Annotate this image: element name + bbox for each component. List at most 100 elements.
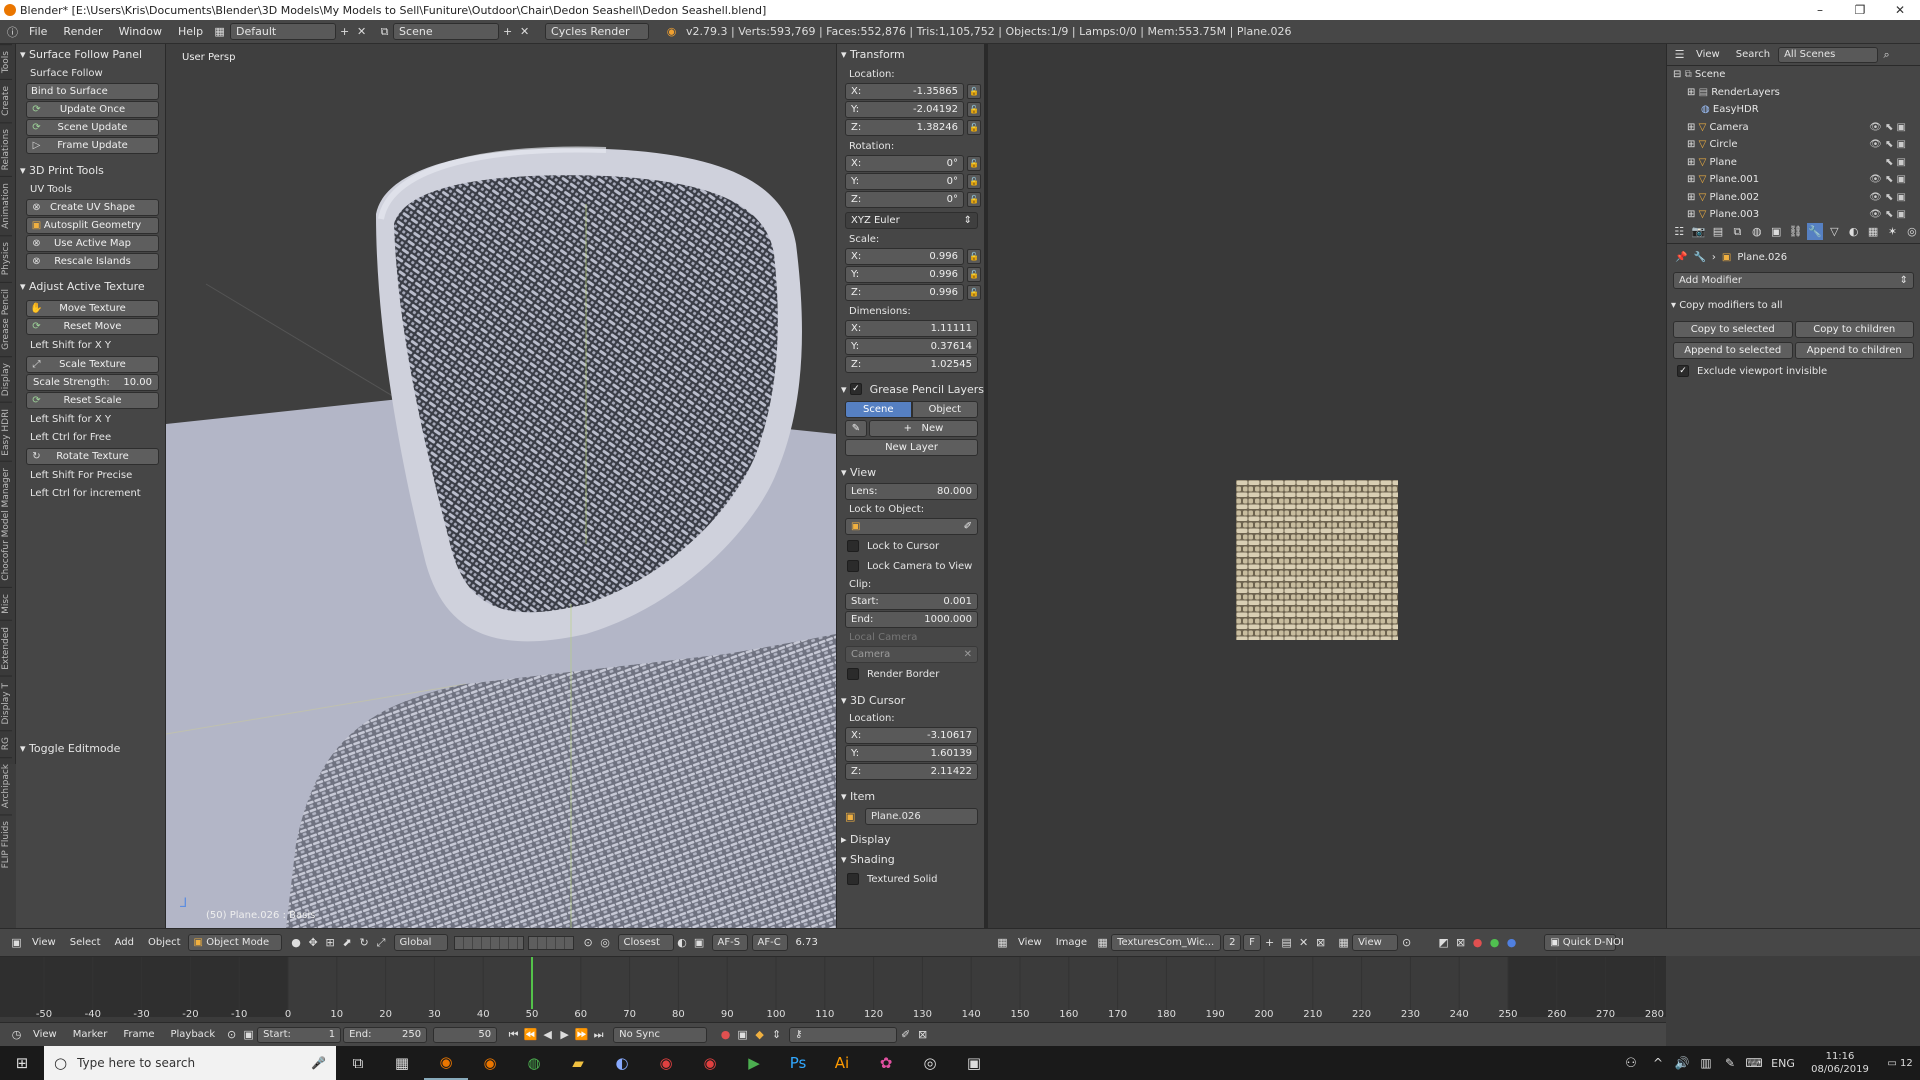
- visibility-icon[interactable]: 👁 ⬉ ▣: [1869, 209, 1906, 220]
- panel-adjust-active-texture[interactable]: ▾ Adjust Active Texture: [16, 276, 165, 296]
- tab-rg[interactable]: RG: [0, 730, 12, 757]
- panel-transform[interactable]: ▾ Transform: [837, 44, 984, 64]
- create-uv-shape-button[interactable]: ⊗ Create UV Shape: [26, 199, 159, 216]
- illustrator-icon[interactable]: Ai: [820, 1046, 864, 1080]
- network-icon[interactable]: ▥: [1694, 1046, 1718, 1080]
- menu-view[interactable]: View: [25, 937, 63, 948]
- copy-to-selected-button[interactable]: Copy to selected: [1673, 321, 1793, 338]
- outliner-editor-icon[interactable]: ☰: [1671, 46, 1688, 63]
- next-keyframe-icon[interactable]: ⏩: [573, 1026, 590, 1043]
- visibility-icon[interactable]: 👁 ⬉ ▣: [1869, 122, 1906, 133]
- visibility-icon[interactable]: 👁 ⬉ ▣: [1869, 139, 1906, 150]
- view-mode-icon[interactable]: ▦: [1335, 934, 1352, 951]
- sync-mode-selector[interactable]: No Sync: [613, 1026, 708, 1043]
- tab-tools[interactable]: Tools: [0, 44, 12, 80]
- lock-icon[interactable]: 🔓: [967, 285, 981, 300]
- record-icon[interactable]: ●: [717, 1026, 734, 1043]
- grease-pencil-checkbox[interactable]: ✓: [850, 383, 862, 395]
- dimension-x-field[interactable]: X: 1.11111: [845, 320, 978, 337]
- eyedropper-icon[interactable]: ✐: [964, 521, 972, 532]
- remove-scene-icon[interactable]: ✕: [516, 23, 533, 40]
- prev-keyframe-icon[interactable]: ⏪: [522, 1026, 539, 1043]
- copy-to-children-button[interactable]: Copy to children: [1794, 321, 1914, 338]
- af-s-button[interactable]: AF-S: [711, 934, 748, 951]
- render-tab-icon[interactable]: 📷: [1690, 223, 1706, 240]
- frame-update-button[interactable]: ▷ Frame Update: [26, 137, 159, 154]
- lock-camera-to-view-checkbox[interactable]: Lock Camera to View: [837, 556, 984, 576]
- tab-flip-fluids[interactable]: FLIP Fluids: [0, 813, 12, 875]
- snap-target-selector[interactable]: Closest: [617, 934, 674, 951]
- translate-icon[interactable]: ⬈: [339, 934, 356, 951]
- menu-add[interactable]: Add: [108, 937, 141, 948]
- image-menu-view[interactable]: View: [1011, 937, 1049, 948]
- blue-channel-icon[interactable]: ●: [1503, 934, 1520, 951]
- scene-tab-icon[interactable]: ⧉: [1729, 223, 1745, 240]
- scale-manip-icon[interactable]: ⤢: [373, 934, 390, 951]
- timeline-menu-view[interactable]: View: [25, 1029, 65, 1040]
- cursor-x-field[interactable]: X: -3.10617: [845, 727, 978, 744]
- display-channels-icon[interactable]: ◩: [1435, 934, 1452, 951]
- outliner-row-easyhdr[interactable]: ◍ EasyHDR: [1667, 101, 1920, 119]
- menu-object[interactable]: Object: [141, 937, 188, 948]
- grease-new-button[interactable]: + New: [869, 420, 978, 437]
- layout-selector[interactable]: Default: [230, 23, 337, 40]
- panel-item[interactable]: ▾ Item: [837, 786, 984, 806]
- scene-update-button[interactable]: ⟳ Scene Update: [26, 119, 159, 136]
- image-name-field[interactable]: TexturesCom_Wic...: [1111, 934, 1222, 951]
- render-border-checkbox[interactable]: Render Border: [837, 664, 984, 684]
- render-engine-selector[interactable]: Cycles Render: [545, 23, 650, 40]
- rotate-texture-button[interactable]: ↻ Rotate Texture: [26, 448, 159, 465]
- lock-range-icon[interactable]: ▣: [240, 1026, 257, 1043]
- tab-display-t[interactable]: Display T: [0, 675, 12, 731]
- orientation-selector[interactable]: Global: [393, 934, 448, 951]
- pin-image-icon[interactable]: ⊠: [1312, 934, 1329, 951]
- scale-x-field[interactable]: X: 0.996 🔓: [845, 248, 981, 265]
- app-icon-red-2[interactable]: ◉: [688, 1046, 732, 1080]
- image-browse-icon[interactable]: ▦: [1094, 934, 1111, 951]
- task-view-icon[interactable]: ⧉: [336, 1046, 380, 1080]
- location-x-field[interactable]: X: -1.35865 🔓: [845, 83, 981, 100]
- pin-icon[interactable]: 📌: [1675, 252, 1687, 263]
- scene-icon[interactable]: ⧉: [376, 23, 393, 40]
- blender-alt-taskbar-icon[interactable]: ◉: [468, 1046, 512, 1080]
- visibility-icon[interactable]: 👁 ⬉ ▣: [1869, 192, 1906, 203]
- add-modifier-select[interactable]: Add Modifier ⇕: [1673, 272, 1914, 289]
- pen-icon[interactable]: ✎: [1718, 1046, 1742, 1080]
- tab-grease-pencil[interactable]: Grease Pencil: [0, 281, 12, 356]
- clock[interactable]: 11:16 08/06/2019: [1800, 1050, 1880, 1076]
- use-active-map-button[interactable]: ⊗ Use Active Map: [26, 235, 159, 252]
- outliner-row-plane[interactable]: ⊞ ▽ Plane ⬉ ▣: [1667, 154, 1920, 172]
- overlay-icon[interactable]: ⊠: [1452, 934, 1469, 951]
- preview-range-icon[interactable]: ⊙: [223, 1026, 240, 1043]
- location-y-field[interactable]: Y: -2.04192 🔓: [845, 101, 981, 118]
- tab-misc[interactable]: Misc: [0, 587, 12, 621]
- tab-physics[interactable]: Physics: [0, 235, 12, 282]
- textured-solid-checkbox[interactable]: Textured Solid: [837, 869, 984, 889]
- pencil-icon[interactable]: ✎: [845, 420, 867, 437]
- menu-window[interactable]: Window: [111, 25, 170, 38]
- language-indicator[interactable]: ENG: [1766, 1057, 1800, 1070]
- uv-sync-icon[interactable]: ⊙: [1398, 934, 1415, 951]
- material-tab-icon[interactable]: ◐: [1846, 223, 1862, 240]
- layers-tab-icon[interactable]: ▤: [1710, 223, 1726, 240]
- quick-denoise-button[interactable]: ▣ Quick D-NOI: [1544, 934, 1624, 951]
- windows-start-icon[interactable]: ⊞: [0, 1046, 44, 1080]
- timeline-ruler[interactable]: -50 -40 -30 -20 -10 0 10 20 30 40 50 60 70 80 90 100 110…: [0, 957, 1666, 1023]
- calculator-icon[interactable]: ▦: [380, 1046, 424, 1080]
- lock-icon[interactable]: 🔓: [967, 102, 981, 117]
- open-image-icon[interactable]: ▤: [1278, 934, 1295, 951]
- render-preview-icon[interactable]: ◐: [674, 934, 691, 951]
- start-frame-field[interactable]: Start: 1: [257, 1026, 342, 1043]
- mode-selector[interactable]: ▣ Object Mode: [187, 934, 282, 951]
- outliner-display-mode[interactable]: All Scenes: [1778, 46, 1879, 63]
- outliner-row-scene[interactable]: ⊟ ⧉ Scene: [1667, 66, 1920, 84]
- keying-set-field[interactable]: ⚷: [789, 1026, 898, 1043]
- unlink-image-icon[interactable]: ✕: [1295, 934, 1312, 951]
- microphone-icon[interactable]: 🎤: [311, 1056, 326, 1070]
- append-to-children-button[interactable]: Append to children: [1794, 342, 1914, 359]
- add-scene-icon[interactable]: +: [499, 23, 516, 40]
- app-icon-red[interactable]: ◉: [644, 1046, 688, 1080]
- tab-create[interactable]: Create: [0, 79, 12, 123]
- scene-selector[interactable]: Scene: [393, 23, 500, 40]
- snap-icon[interactable]: ⊙: [580, 934, 597, 951]
